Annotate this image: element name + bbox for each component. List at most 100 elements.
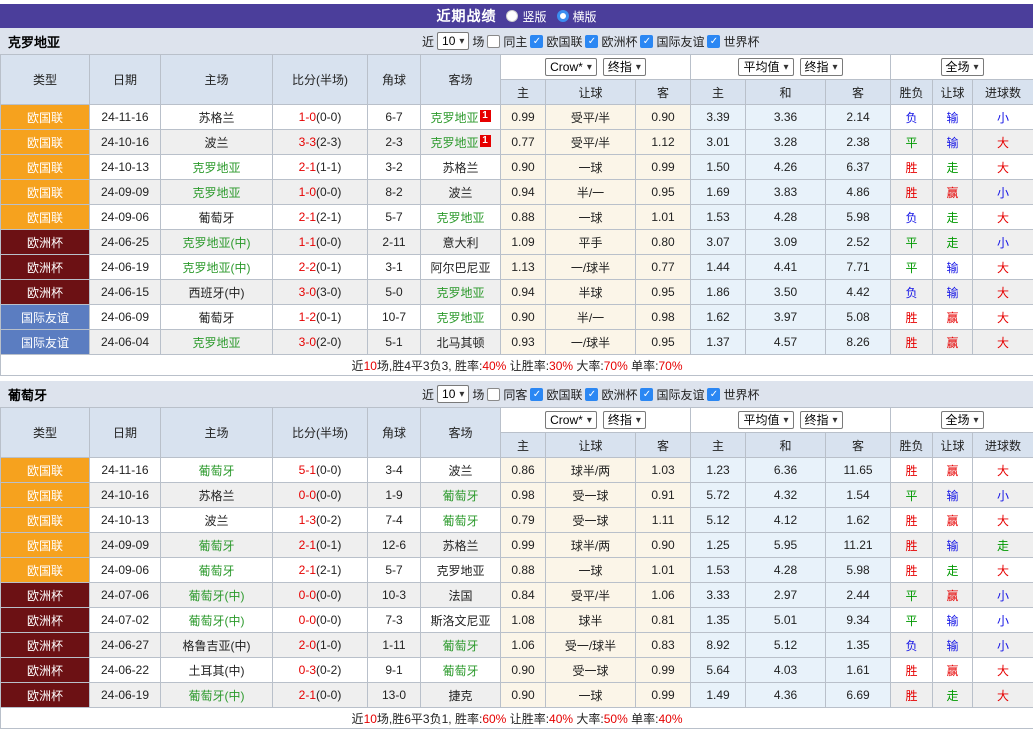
match-date: 24-06-27 (90, 633, 161, 658)
odds-time-select-1[interactable]: 终指▾ (603, 58, 646, 76)
layout-option-horizontal-label[interactable]: 横版 (573, 8, 597, 25)
corner-count: 5-7 (368, 558, 421, 583)
layout-option-vertical[interactable]: 竖版 (506, 8, 546, 25)
half-time-score: (2-1) (316, 563, 341, 577)
league-badge: 欧洲杯 (1, 230, 90, 255)
league-badge: 欧洲杯 (1, 658, 90, 683)
full-time-score: 2-1 (299, 210, 316, 224)
result-handicap: 走 (933, 205, 973, 230)
half-time-score: (1-0) (316, 638, 341, 652)
league-badge: 国际友谊 (1, 305, 90, 330)
home-team-name: 克罗地亚 (192, 336, 240, 350)
avg-odds-away: 2.52 (826, 230, 891, 255)
full-time-score: 0-0 (299, 588, 316, 602)
full-match-select[interactable]: 全场▾ (941, 58, 984, 76)
odds-away: 0.91 (636, 483, 691, 508)
avg-odds-home: 1.53 (691, 558, 746, 583)
home-team-name: 土耳其(中) (189, 664, 245, 678)
odds-home: 0.77 (501, 130, 546, 155)
column-header-5: 客场 (421, 408, 501, 458)
full-time-score: 0-0 (299, 488, 316, 502)
full-time-score: 2-0 (299, 638, 316, 652)
league-filter-label-2: 国际友谊 (656, 386, 704, 403)
odds-column-header-5: 客 (826, 433, 891, 458)
corner-count: 5-0 (368, 280, 421, 305)
average-select[interactable]: 平均值▾ (738, 58, 793, 76)
avg-odds-draw: 4.57 (746, 330, 826, 355)
filters-bar: 近10▾场同主✓欧国联✓欧洲杯✓国际友谊✓世界杯 (422, 28, 760, 54)
league-filter-checkbox-1[interactable]: ✓ (585, 388, 598, 401)
bookmaker-select[interactable]: Crow*▾ (545, 58, 597, 76)
corner-count: 1-9 (368, 483, 421, 508)
handicap-line: 一/球半 (546, 330, 636, 355)
league-filter-checkbox-0[interactable]: ✓ (530, 388, 543, 401)
result-goals: 大 (973, 155, 1033, 180)
match-row: 欧洲杯24-06-19克罗地亚(中)2-2(0-1)3-1阿尔巴尼亚1.13一/… (1, 255, 1033, 280)
full-match-select-value: 全场 (946, 413, 970, 428)
away-team-name: 克罗地亚 (430, 136, 478, 150)
radio-unselected-icon[interactable] (506, 10, 518, 22)
odds-home: 0.94 (501, 180, 546, 205)
league-filter-checkbox-0[interactable]: ✓ (530, 35, 543, 48)
match-row: 欧洲杯24-07-06葡萄牙(中)0-0(0-0)10-3法国0.84受平/半1… (1, 583, 1033, 608)
match-date: 24-07-06 (90, 583, 161, 608)
league-filter-checkbox-2[interactable]: ✓ (640, 388, 653, 401)
league-filter-checkbox-1[interactable]: ✓ (585, 35, 598, 48)
full-match-select[interactable]: 全场▾ (941, 411, 984, 429)
score-cell: 0-3(0-2) (273, 658, 368, 683)
league-badge: 欧洲杯 (1, 583, 90, 608)
half-time-score: (2-3) (316, 135, 341, 149)
away-team: 克罗地亚 (421, 280, 501, 305)
league-badge: 欧国联 (1, 130, 90, 155)
odds-home: 0.79 (501, 508, 546, 533)
avg-odds-away: 1.54 (826, 483, 891, 508)
column-header-0: 类型 (1, 55, 90, 105)
same-side-checkbox[interactable] (487, 35, 500, 48)
layout-option-horizontal[interactable]: 横版 (557, 8, 597, 25)
result-handicap: 赢 (933, 330, 973, 355)
average-select[interactable]: 平均值▾ (738, 411, 793, 429)
home-team-name: 葡萄牙 (198, 211, 234, 225)
match-date: 24-06-19 (90, 255, 161, 280)
avg-odds-draw: 4.28 (746, 205, 826, 230)
half-time-score: (0-0) (316, 463, 341, 477)
odds-time-select-1[interactable]: 终指▾ (603, 411, 646, 429)
same-side-checkbox[interactable] (487, 388, 500, 401)
odds-column-header-8: 进球数 (973, 433, 1033, 458)
odds-time-select-2[interactable]: 终指▾ (800, 411, 843, 429)
league-filter-checkbox-3[interactable]: ✓ (707, 388, 720, 401)
odds-away: 0.90 (636, 105, 691, 130)
radio-selected-icon[interactable] (557, 10, 569, 22)
odds-time-select-2[interactable]: 终指▾ (800, 58, 843, 76)
result-goals: 大 (973, 458, 1033, 483)
odds-home: 0.99 (501, 533, 546, 558)
result-outcome: 胜 (891, 558, 933, 583)
away-team-name: 北马其顿 (436, 336, 484, 350)
home-team: 波兰 (161, 508, 273, 533)
corner-count: 10-3 (368, 583, 421, 608)
avg-odds-away: 1.61 (826, 658, 891, 683)
league-badge: 欧国联 (1, 458, 90, 483)
summary-rate-label-3: 单率: (631, 712, 658, 726)
odds-away: 1.03 (636, 458, 691, 483)
bookmaker-select[interactable]: Crow*▾ (545, 411, 597, 429)
result-handicap: 赢 (933, 305, 973, 330)
match-count-select[interactable]: 10▾ (437, 32, 469, 50)
avg-odds-home: 1.49 (691, 683, 746, 708)
result-goals: 大 (973, 558, 1033, 583)
league-filter-checkbox-3[interactable]: ✓ (707, 35, 720, 48)
score-cell: 1-0(0-0) (273, 105, 368, 130)
avg-odds-away: 7.71 (826, 255, 891, 280)
layout-option-vertical-label[interactable]: 竖版 (522, 8, 546, 25)
handicap-line: 一球 (546, 205, 636, 230)
match-count-select[interactable]: 10▾ (437, 385, 469, 403)
full-match-select-value: 全场 (946, 60, 970, 75)
avg-odds-home: 1.44 (691, 255, 746, 280)
near-label: 近 (422, 386, 434, 403)
league-filter-checkbox-2[interactable]: ✓ (640, 35, 653, 48)
away-team: 葡萄牙 (421, 658, 501, 683)
full-time-score: 3-0 (299, 285, 316, 299)
handicap-line: 受平/半 (546, 130, 636, 155)
page-title: 近期战绩 (436, 6, 496, 26)
period-group: 全场▾ (891, 55, 1033, 80)
